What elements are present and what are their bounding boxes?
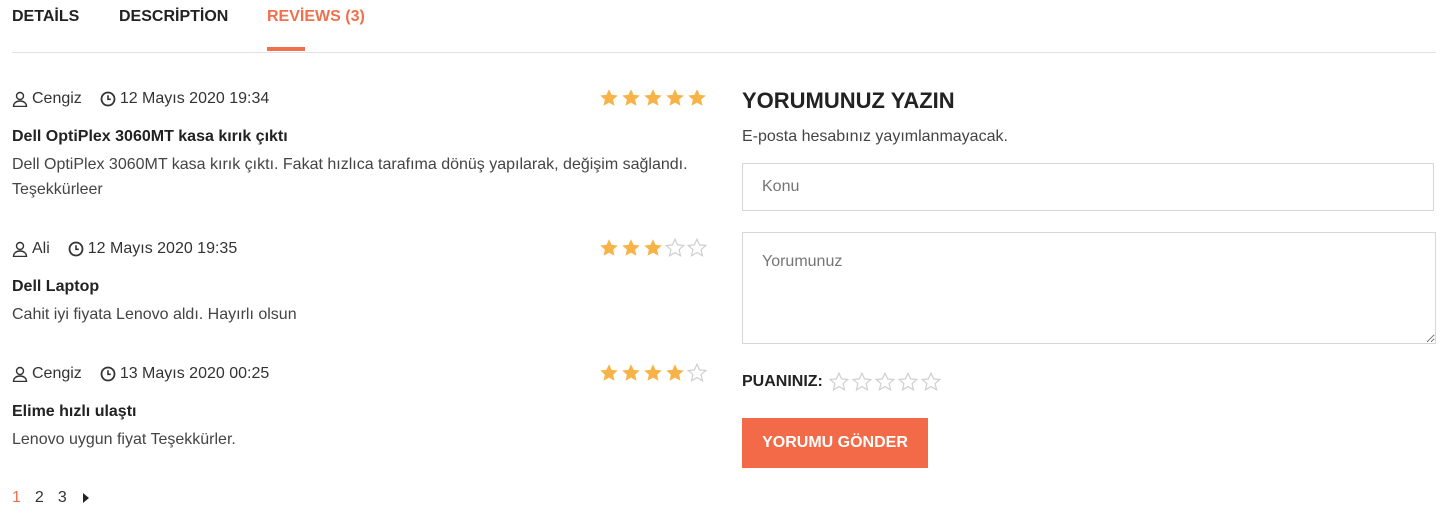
form-note: E-posta hesabınız yayımlanmayacak. xyxy=(742,128,1008,145)
user-icon xyxy=(12,241,28,257)
star-filled-icon xyxy=(600,364,618,381)
review-meta: Ali 12 Mayıs 2020 19:35 xyxy=(12,240,237,258)
star-filled-icon xyxy=(622,239,640,256)
page-link-2[interactable]: 2 xyxy=(35,489,44,507)
tab-reviews[interactable]: REVİEWS (3) xyxy=(267,8,365,26)
review-title: Dell OptiPlex 3060MT kasa kırık çıktı xyxy=(12,128,288,145)
star-filled-icon xyxy=(666,89,684,106)
rating-label: PUANINIZ: xyxy=(742,373,823,390)
star-empty-icon xyxy=(687,238,707,258)
star-filled-icon xyxy=(644,89,662,106)
review-author: Cengiz xyxy=(32,365,82,382)
review-meta: Cengiz 13 Mayıs 2020 00:25 xyxy=(12,365,269,383)
page-link-1[interactable]: 1 xyxy=(12,489,21,507)
form-title: YORUMUNUZ YAZIN xyxy=(742,88,955,113)
review-date: 12 Mayıs 2020 19:34 xyxy=(119,90,270,107)
subject-input[interactable] xyxy=(742,163,1434,211)
star-filled-icon xyxy=(688,89,706,106)
star-filled-icon xyxy=(600,239,618,256)
tab-details[interactable]: DETAİLS xyxy=(12,8,79,26)
review-text: Dell OptiPlex 3060MT kasa kırık çıktı. F… xyxy=(12,156,688,198)
review-rating xyxy=(599,238,707,258)
review-date: 12 Mayıs 2020 19:35 xyxy=(87,240,238,257)
review-author: Cengiz xyxy=(32,90,82,107)
star-filled-icon xyxy=(666,364,684,381)
review-item: Cengiz 13 Mayıs 2020 00:25 Elime hızlı u… xyxy=(12,345,707,470)
clock-icon xyxy=(100,366,116,382)
active-tab-indicator xyxy=(267,47,305,51)
user-icon xyxy=(12,91,28,107)
page-link-3[interactable]: 3 xyxy=(58,489,67,507)
star-empty-icon xyxy=(665,238,685,258)
rating-input: PUANINIZ: xyxy=(742,372,944,392)
submit-review-button[interactable]: YORUMU GÖNDER xyxy=(742,418,928,468)
review-text: Cahit iyi fiyata Lenovo aldı. Hayırlı ol… xyxy=(12,306,297,323)
review-rating xyxy=(599,88,707,108)
rating-star-icon[interactable] xyxy=(874,372,895,392)
rating-star-icon[interactable] xyxy=(851,372,872,392)
review-item: Ali 12 Mayıs 2020 19:35 Dell Laptop Cahi… xyxy=(12,220,707,345)
rating-star-icon[interactable] xyxy=(897,372,918,392)
tab-bar: DETAİLS DESCRİPTİON REVİEWS (3) xyxy=(12,0,1436,53)
rating-star-icon[interactable] xyxy=(920,372,941,392)
review-text: Lenovo uygun fiyat Teşekkürler. xyxy=(12,431,236,448)
review-title: Dell Laptop xyxy=(12,278,100,295)
caret-right-icon[interactable] xyxy=(81,492,91,504)
star-empty-icon xyxy=(687,363,707,383)
review-meta: Cengiz 12 Mayıs 2020 19:34 xyxy=(12,90,269,108)
clock-icon xyxy=(68,241,84,257)
star-filled-icon xyxy=(644,239,662,256)
tab-description[interactable]: DESCRİPTİON xyxy=(119,8,228,26)
star-filled-icon xyxy=(644,364,662,381)
star-filled-icon xyxy=(622,364,640,381)
rating-stars xyxy=(828,372,944,392)
star-filled-icon xyxy=(622,89,640,106)
review-item: Cengiz 12 Mayıs 2020 19:34 Dell OptiPlex… xyxy=(12,70,707,220)
review-title: Elime hızlı ulaştı xyxy=(12,403,137,420)
review-rating xyxy=(599,363,707,383)
review-date: 13 Mayıs 2020 00:25 xyxy=(119,365,270,382)
star-filled-icon xyxy=(600,89,618,106)
pagination: 1 2 3 xyxy=(12,489,91,507)
rating-star-icon[interactable] xyxy=(828,372,849,392)
comment-textarea[interactable] xyxy=(742,232,1436,344)
review-list: Cengiz 12 Mayıs 2020 19:34 Dell OptiPlex… xyxy=(12,70,707,470)
clock-icon xyxy=(100,91,116,107)
review-author: Ali xyxy=(32,240,50,257)
user-icon xyxy=(12,366,28,382)
